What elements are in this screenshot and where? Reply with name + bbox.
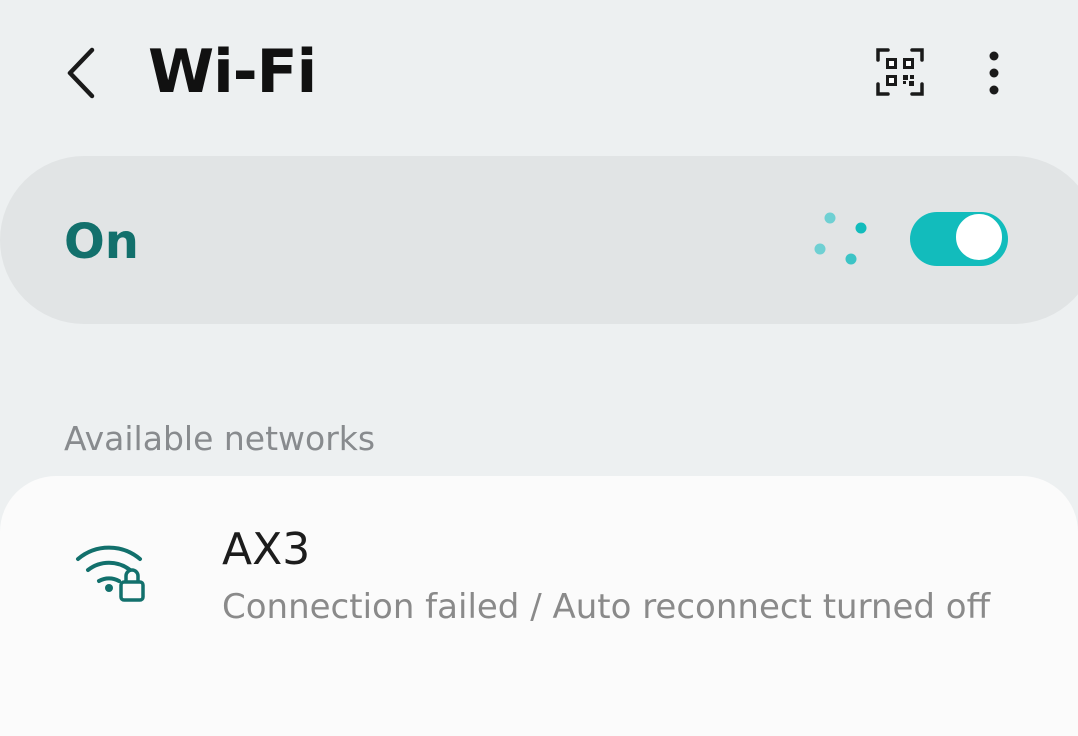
qr-code-scan-icon [876,48,924,96]
page-title: Wi-Fi [148,37,317,107]
more-options-button[interactable] [968,44,1020,104]
wifi-lock-icon [72,536,152,606]
chevron-left-icon [67,47,95,99]
network-name: AX3 [222,524,311,575]
qr-code-button[interactable] [872,44,928,100]
scanning-spinner-icon [806,204,878,276]
switch-knob [954,212,1004,262]
available-networks-header: Available networks [64,419,376,458]
wifi-state-label: On [64,214,139,270]
back-button[interactable] [52,38,112,108]
more-vertical-icon [989,51,999,95]
app-bar: Wi-Fi [0,0,1078,150]
network-item[interactable] [0,476,1078,684]
wifi-toggle-switch[interactable] [910,210,1010,268]
network-status: Connection failed / Auto reconnect turne… [222,587,991,627]
